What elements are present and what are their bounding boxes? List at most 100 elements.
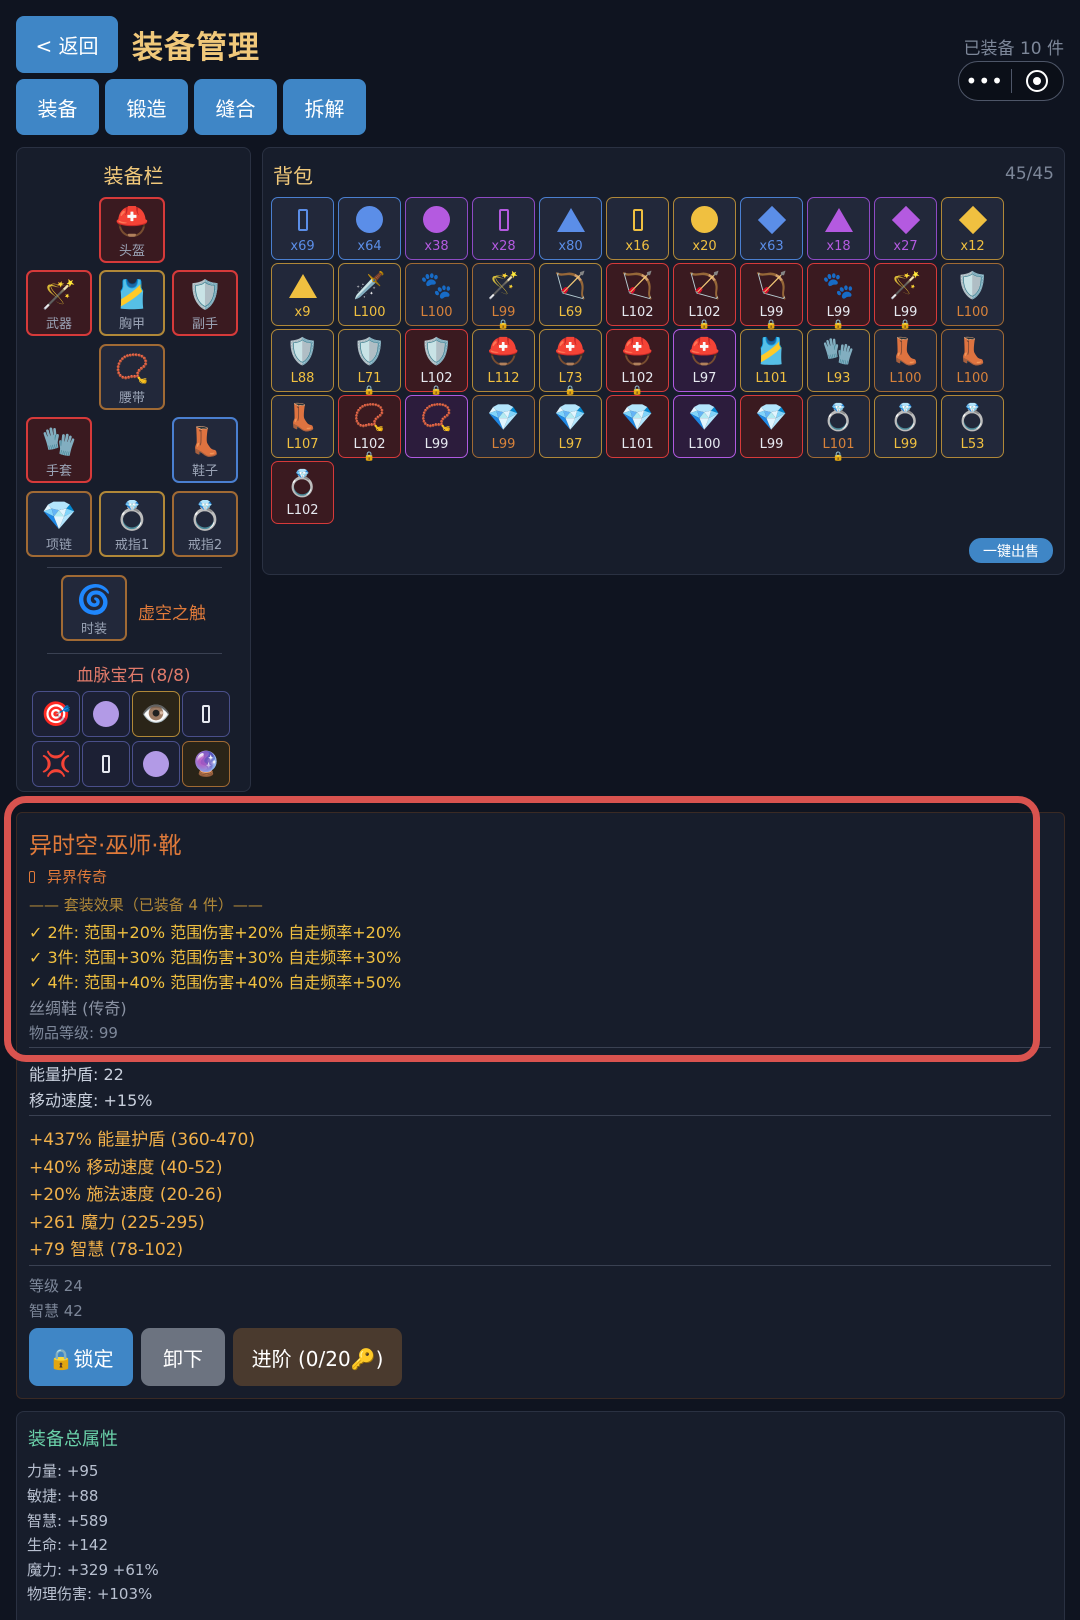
dagger-icon: 🗡️ [353,271,386,301]
diamond-shard-icon [875,204,936,238]
bag-item[interactable]: ⛑️ L112 [472,329,535,392]
bag-item[interactable]: 🗡️ L100 [338,263,401,326]
bag-item[interactable]: x12 [941,197,1004,260]
orb-icon [674,204,735,241]
bag-item-label: x80 [558,239,583,254]
rune-shard-icon [607,204,668,239]
gem-slot[interactable]: 👁️ [132,691,180,737]
lock-button[interactable]: 🔒锁定 [29,1328,133,1386]
tab-stitch[interactable]: 缝合 [194,79,277,135]
bag-item[interactable]: 🏹 L102 🔒 [673,263,736,330]
bag-item[interactable]: 🪄 L99 🔒 [874,263,937,330]
tab-forge[interactable]: 锻造 [105,79,188,135]
gem-slot[interactable] [82,691,130,737]
bag-item[interactable]: 💎 L97 [539,395,602,458]
slot-ring1[interactable]: 💍 戒指1 [99,491,165,557]
bag-item[interactable]: 🏹 L69 [539,263,602,326]
slot-ring2[interactable]: 💍 戒指2 [172,491,238,557]
upgrade-button[interactable]: 进阶 (0/20🔑) [233,1328,402,1386]
unequip-button[interactable]: 卸下 [141,1328,225,1386]
bag-item-label: L102 [621,371,654,386]
bag-item[interactable]: 🧤 L93 [807,329,870,392]
gem-slot[interactable]: 💢 [32,741,80,787]
bag-item[interactable]: 💍 L101 🔒 [807,395,870,462]
affix: +437% 能量护盾 (360-470) [29,1130,255,1150]
bag-item[interactable]: 💍 L99 [874,395,937,458]
slot-weapon[interactable]: 🪄 武器 [26,270,92,336]
gem-slot[interactable] [182,691,230,737]
bag-item[interactable]: ⛑️ L102 🔒 [606,329,669,396]
slot-belt[interactable]: 📿 腰带 [99,344,165,410]
helmet-icon: ⛑️ [487,337,520,367]
bag-item[interactable]: x64 [338,197,401,260]
slot-chest[interactable]: 🎽 胸甲 [99,270,165,336]
bag-item-label: L112 [487,371,520,386]
slot-fashion[interactable]: 🌀 时装 [61,575,127,641]
affix: +79 智慧 (78-102) [29,1240,184,1260]
gem-icon: 💎 [688,403,721,433]
bag-item[interactable]: x18 [807,197,870,260]
bag-item[interactable]: 🛡️ L71 🔒 [338,329,401,396]
bag-item[interactable]: 🎽 L101 [740,329,803,392]
more-button[interactable]: ••• [959,62,1011,100]
bag-item[interactable]: 💎 L99 [740,395,803,458]
slot-necklace[interactable]: 💎 项链 [26,491,92,557]
gem-slot[interactable] [82,741,130,787]
bag-item[interactable]: 📿 L102 🔒 [338,395,401,462]
bag-item[interactable]: 🐾 L99 🔒 [807,263,870,330]
bag-item[interactable]: 💎 L101 [606,395,669,458]
back-button[interactable]: < 返回 [16,16,118,73]
bag-item[interactable]: x69 [271,197,334,260]
bag-item[interactable]: x63 [740,197,803,260]
bag-item[interactable]: x28 [472,197,535,260]
bag-item[interactable]: 💍 L53 [941,395,1004,458]
bag-item[interactable]: 💎 L99 [472,395,535,458]
shield-icon: 🛡️ [187,278,223,311]
bag-item[interactable]: 🏹 L99 🔒 [740,263,803,330]
bag-item[interactable]: ⛑️ L73 🔒 [539,329,602,396]
bag-item[interactable]: x80 [539,197,602,260]
orb-icon [143,751,169,777]
bag-item[interactable]: 👢 L100 [941,329,1004,392]
bag-item[interactable]: 💎 L100 [673,395,736,458]
bag-item[interactable]: 💍 L102 [271,461,334,524]
gem-slot[interactable]: 🎯 [32,691,80,737]
slot-ring2-label: 戒指2 [187,538,223,553]
bag-item[interactable]: ⛑️ L97 [673,329,736,392]
bag-item[interactable]: x9 [271,263,334,326]
bag-item[interactable]: 👢 L100 [874,329,937,392]
bag-item-label: L97 [692,371,717,386]
bag-item[interactable]: x20 [673,197,736,260]
ring-icon: 💍 [822,403,855,433]
bag-item[interactable]: 🛡️ L102 🔒 [405,329,468,396]
bow-icon: 🏹 [554,271,587,301]
bag-item[interactable]: 👢 L107 [271,395,334,458]
bag-item[interactable]: x16 [606,197,669,260]
bag-item[interactable]: x38 [405,197,468,260]
slot-offhand[interactable]: 🛡️ 副手 [172,270,238,336]
shield-icon: 🛡️ [353,337,386,367]
claw-icon: 🐾 [822,271,855,301]
bag-item[interactable]: 🛡️ L88 [271,329,334,392]
bag-item[interactable]: 🛡️ L100 [941,263,1004,326]
gem-icon: 💎 [487,403,520,433]
fashion-name: 虚空之触 [138,604,206,624]
bag-item[interactable]: 🐾 L100 [405,263,468,326]
slot-boots[interactable]: 👢 鞋子 [172,417,238,483]
gem-slot[interactable] [132,741,180,787]
slot-gloves[interactable]: 🧤 手套 [26,417,92,483]
bag-item[interactable]: 🏹 L102 [606,263,669,326]
bag-item[interactable]: x27 [874,197,937,260]
helmet-icon: ⛑️ [688,337,721,367]
tab-dismantle[interactable]: 拆解 [283,79,366,135]
sell-all-button[interactable]: 一键出售 [969,538,1053,563]
tab-equip[interactable]: 装备 [16,79,99,135]
bag-item[interactable]: 📿 L99 [405,395,468,458]
gem-slot[interactable]: 🔮 [182,741,230,787]
affix: +261 魔力 (225-295) [29,1213,205,1233]
bag-item[interactable]: 🪄 L99 🔒 [472,263,535,330]
close-miniprogram-button[interactable] [1012,62,1064,100]
gloves-icon: 🧤 [41,425,77,458]
slot-helmet[interactable]: ⛑️ 头盔 [99,197,165,263]
highlight-frame [4,796,1040,1062]
